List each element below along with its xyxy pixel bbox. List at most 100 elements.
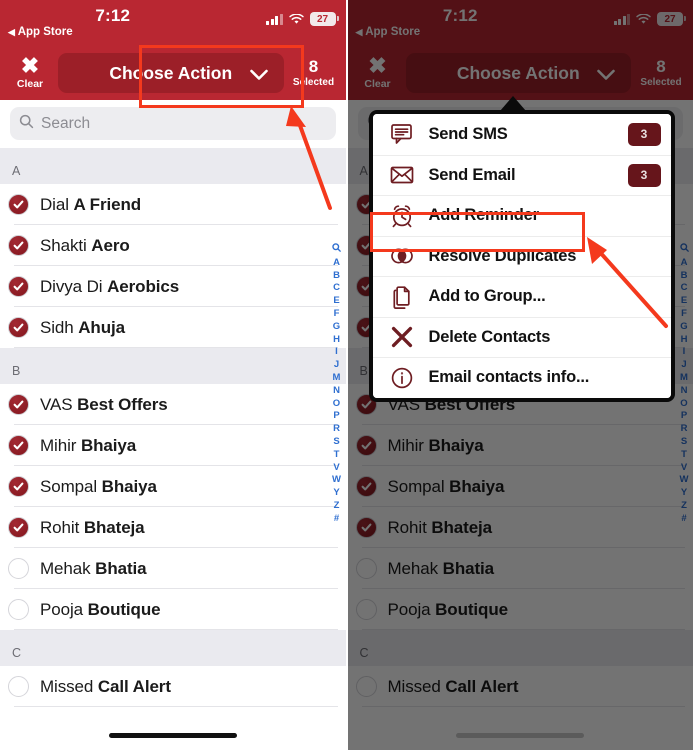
clear-button-right[interactable]: ✖ Clear xyxy=(354,54,402,90)
checkbox-unchecked-icon[interactable] xyxy=(355,558,377,579)
checkbox-unchecked-icon[interactable] xyxy=(8,676,29,697)
index-letter[interactable]: E xyxy=(681,295,687,308)
contact-row[interactable]: Pooja Boutique xyxy=(0,589,346,630)
index-letter[interactable]: I xyxy=(335,346,338,359)
checkbox-checked-icon[interactable] xyxy=(355,476,377,497)
search-index-icon[interactable] xyxy=(332,243,341,257)
index-letter[interactable]: T xyxy=(681,449,687,462)
index-letter[interactable]: P xyxy=(333,410,339,423)
index-letter[interactable]: P xyxy=(681,410,687,423)
search-icon xyxy=(19,114,34,134)
checkbox-checked-icon[interactable] xyxy=(8,317,29,338)
contact-row[interactable]: Mihir Bhaiya xyxy=(0,425,346,466)
checkbox-unchecked-icon[interactable] xyxy=(8,558,29,579)
index-letter[interactable]: W xyxy=(332,474,341,487)
contact-row[interactable]: Missed Call Alert xyxy=(347,666,693,707)
contact-row[interactable]: Mihir Bhaiya xyxy=(347,425,693,466)
index-letter[interactable]: N xyxy=(333,385,340,398)
index-letter[interactable]: O xyxy=(680,398,687,411)
index-letter[interactable]: M xyxy=(333,372,341,385)
index-letter[interactable]: Y xyxy=(333,487,339,500)
index-letter[interactable]: S xyxy=(681,436,687,449)
index-letter[interactable]: Z xyxy=(681,500,687,513)
index-letter[interactable]: S xyxy=(333,436,339,449)
index-letter[interactable]: O xyxy=(333,398,340,411)
checkbox-checked-icon[interactable] xyxy=(8,476,29,497)
clear-button[interactable]: ✖ Clear xyxy=(6,54,54,90)
index-letter[interactable]: C xyxy=(333,282,340,295)
index-letter[interactable]: I xyxy=(683,346,686,359)
checkbox-checked-icon[interactable] xyxy=(8,517,29,538)
checkbox-checked-icon[interactable] xyxy=(8,276,29,297)
index-letter[interactable]: J xyxy=(334,359,339,372)
index-letter[interactable]: Y xyxy=(681,487,687,500)
back-to-app-store[interactable]: ◀ App Store xyxy=(8,26,73,38)
contact-row[interactable]: Rohit Bhateja xyxy=(0,507,346,548)
index-letter[interactable]: G xyxy=(333,321,340,334)
contact-row[interactable]: Missed Call Alert xyxy=(0,666,346,707)
menu-item[interactable]: Send Email 3 xyxy=(372,154,671,195)
contact-row[interactable]: Rohit Bhateja xyxy=(347,507,693,548)
index-letter[interactable]: # xyxy=(681,513,686,526)
index-letter[interactable]: B xyxy=(681,270,688,283)
index-letter[interactable]: F xyxy=(334,308,340,321)
checkbox-checked-icon[interactable] xyxy=(8,394,29,415)
checkbox-unchecked-icon[interactable] xyxy=(355,676,377,697)
checkbox-checked-icon[interactable] xyxy=(355,435,377,456)
choose-action-menu: Send SMS 3 Send Email 3 Add Reminder Resolve … xyxy=(368,110,675,402)
envelope-icon xyxy=(387,161,417,189)
index-letter[interactable]: E xyxy=(333,295,339,308)
index-letter[interactable]: B xyxy=(333,270,340,283)
index-letter[interactable]: Z xyxy=(334,500,340,513)
index-letter[interactable]: N xyxy=(681,385,688,398)
index-letter[interactable]: # xyxy=(334,513,339,526)
choose-action-button[interactable]: Choose Action xyxy=(58,53,284,93)
menu-item[interactable]: Resolve Duplicates xyxy=(372,235,671,276)
menu-item[interactable]: Email contacts info... xyxy=(372,357,671,398)
search-input[interactable]: Search xyxy=(10,107,336,140)
contact-row[interactable]: Dial A Friend xyxy=(0,184,346,225)
menu-item[interactable]: Delete Contacts xyxy=(372,316,671,357)
index-letter[interactable]: J xyxy=(681,359,686,372)
index-strip[interactable]: A B C E F G H I J M N O P R S T V W Y Z # xyxy=(329,243,345,526)
index-letter[interactable]: M xyxy=(680,372,688,385)
checkbox-unchecked-icon[interactable] xyxy=(355,599,377,620)
checkbox-unchecked-icon[interactable] xyxy=(8,599,29,620)
contact-row[interactable]: Sidh Ahuja xyxy=(0,307,346,348)
index-strip-right[interactable]: A B C E F G H I J M N O P R S T V W Y Z # xyxy=(676,243,692,526)
checkbox-checked-icon[interactable] xyxy=(8,235,29,256)
index-letter[interactable]: W xyxy=(680,474,689,487)
index-letter[interactable]: H xyxy=(333,334,340,347)
search-index-icon[interactable] xyxy=(679,243,689,257)
index-letter[interactable]: R xyxy=(333,423,340,436)
contact-row[interactable]: Mehak Bhatia xyxy=(347,548,693,589)
index-letter[interactable]: T xyxy=(334,449,340,462)
checkbox-checked-icon[interactable] xyxy=(8,435,29,456)
back-to-app-store-right[interactable]: ◀ App Store xyxy=(356,26,421,38)
contact-row[interactable]: Divya Di Aerobics xyxy=(0,266,346,307)
index-letter[interactable]: V xyxy=(681,462,687,475)
checkbox-checked-icon[interactable] xyxy=(8,194,29,215)
contact-row[interactable]: Mehak Bhatia xyxy=(0,548,346,589)
contact-row[interactable]: Shakti Aero xyxy=(0,225,346,266)
menu-item-badge: 3 xyxy=(627,122,661,146)
index-letter[interactable]: G xyxy=(680,321,687,334)
index-letter[interactable]: R xyxy=(681,423,688,436)
index-letter[interactable]: A xyxy=(333,257,340,270)
contact-row[interactable]: Sompal Bhaiya xyxy=(347,466,693,507)
choose-action-button-right[interactable]: Choose Action xyxy=(405,53,631,93)
contact-row[interactable]: Sompal Bhaiya xyxy=(0,466,346,507)
menu-item[interactable]: Send SMS 3 xyxy=(372,114,671,155)
index-letter[interactable]: A xyxy=(681,257,688,270)
checkbox-checked-icon[interactable] xyxy=(355,517,377,538)
menu-item[interactable]: Add Reminder xyxy=(372,195,671,236)
menu-item[interactable]: Add to Group... xyxy=(372,276,671,317)
home-indicator-right xyxy=(456,733,585,738)
index-letter[interactable]: C xyxy=(681,282,688,295)
contact-row[interactable]: Pooja Boutique xyxy=(347,589,693,630)
index-letter[interactable]: H xyxy=(681,334,688,347)
index-letter[interactable]: V xyxy=(333,462,339,475)
index-letter[interactable]: F xyxy=(681,308,687,321)
contact-row[interactable]: VAS Best Offers xyxy=(0,384,346,425)
wifi-icon-right xyxy=(636,13,651,25)
